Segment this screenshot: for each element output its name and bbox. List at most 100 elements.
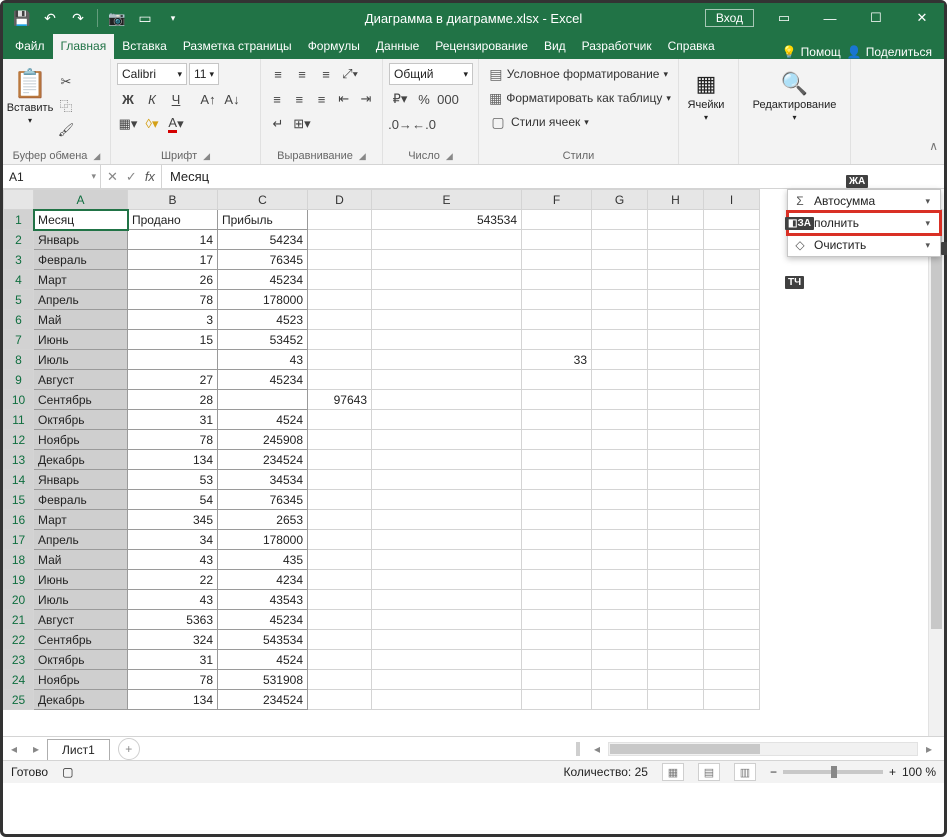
cell-A8[interactable]: Июль: [34, 350, 128, 370]
hscroll-left-icon[interactable]: ◂: [586, 742, 608, 756]
cell-G19[interactable]: [592, 570, 648, 590]
row-header-24[interactable]: 24: [4, 670, 34, 690]
cell-F11[interactable]: [522, 410, 592, 430]
cell-G5[interactable]: [592, 290, 648, 310]
hscroll-right-icon[interactable]: ▸: [918, 742, 940, 756]
cell-E24[interactable]: [372, 670, 522, 690]
cell-E15[interactable]: [372, 490, 522, 510]
cell-I22[interactable]: [704, 630, 760, 650]
indent-decrease-icon[interactable]: ⇤: [334, 88, 354, 110]
cell-F5[interactable]: [522, 290, 592, 310]
cell-D8[interactable]: [308, 350, 372, 370]
sheet-tab[interactable]: Лист1: [47, 739, 110, 760]
cell-B7[interactable]: 15: [128, 330, 218, 350]
cell-B12[interactable]: 78: [128, 430, 218, 450]
cell-D1[interactable]: [308, 210, 372, 230]
cell-G14[interactable]: [592, 470, 648, 490]
cell-H1[interactable]: [648, 210, 704, 230]
cell-F16[interactable]: [522, 510, 592, 530]
orientation-icon[interactable]: ⤢▾: [339, 63, 361, 85]
cell-H13[interactable]: [648, 450, 704, 470]
align-dialog-icon[interactable]: ◢: [359, 151, 366, 162]
cell-I25[interactable]: [704, 690, 760, 710]
row-header-12[interactable]: 12: [4, 430, 34, 450]
zoom-slider[interactable]: [783, 770, 883, 774]
redo-icon[interactable]: ↷: [67, 7, 89, 29]
cell-C8[interactable]: 43: [218, 350, 308, 370]
cell-B3[interactable]: 17: [128, 250, 218, 270]
cell-H25[interactable]: [648, 690, 704, 710]
cell-B1[interactable]: Продано: [128, 210, 218, 230]
maximize-button[interactable]: ☐: [854, 3, 898, 33]
cell-I24[interactable]: [704, 670, 760, 690]
cell-D24[interactable]: [308, 670, 372, 690]
cell-F4[interactable]: [522, 270, 592, 290]
view-page-layout-icon[interactable]: ▤: [698, 763, 720, 781]
currency-icon[interactable]: ₽▾: [389, 88, 411, 110]
cell-H24[interactable]: [648, 670, 704, 690]
cell-D10[interactable]: 97643: [308, 390, 372, 410]
cell-C25[interactable]: 234524: [218, 690, 308, 710]
cell-G3[interactable]: [592, 250, 648, 270]
cell-B19[interactable]: 22: [128, 570, 218, 590]
borders-icon[interactable]: ▦▾: [117, 113, 139, 135]
cell-F15[interactable]: [522, 490, 592, 510]
row-header-11[interactable]: 11: [4, 410, 34, 430]
cell-F3[interactable]: [522, 250, 592, 270]
tab-review[interactable]: Рецензирование: [427, 34, 536, 59]
minimize-button[interactable]: —: [808, 3, 852, 33]
cell-A2[interactable]: Январь: [34, 230, 128, 250]
scroll-thumb[interactable]: [931, 209, 942, 629]
cells-button[interactable]: ▦Ячейки▾: [685, 63, 727, 129]
tab-insert[interactable]: Вставка: [114, 34, 175, 59]
cell-F19[interactable]: [522, 570, 592, 590]
cell-A10[interactable]: Сентябрь: [34, 390, 128, 410]
cell-A12[interactable]: Ноябрь: [34, 430, 128, 450]
percent-icon[interactable]: %: [413, 88, 435, 110]
cell-F9[interactable]: [522, 370, 592, 390]
cell-G17[interactable]: [592, 530, 648, 550]
cell-B16[interactable]: 345: [128, 510, 218, 530]
cell-D14[interactable]: [308, 470, 372, 490]
cell-styles-button[interactable]: ▢Стили ячеек▾: [485, 111, 672, 133]
sign-in-button[interactable]: Вход: [705, 9, 754, 27]
cell-C9[interactable]: 45234: [218, 370, 308, 390]
cell-D3[interactable]: [308, 250, 372, 270]
cell-D2[interactable]: [308, 230, 372, 250]
cell-D12[interactable]: [308, 430, 372, 450]
row-header-7[interactable]: 7: [4, 330, 34, 350]
add-sheet-button[interactable]: +: [118, 738, 140, 760]
cell-E11[interactable]: [372, 410, 522, 430]
cell-E14[interactable]: [372, 470, 522, 490]
cell-D7[interactable]: [308, 330, 372, 350]
col-header-C[interactable]: C: [218, 190, 308, 210]
format-as-table-button[interactable]: ▦Форматировать как таблицу▾: [485, 87, 672, 109]
cell-A6[interactable]: Май: [34, 310, 128, 330]
cell-D9[interactable]: [308, 370, 372, 390]
cell-A18[interactable]: Май: [34, 550, 128, 570]
italic-button[interactable]: К: [141, 88, 163, 110]
cell-E16[interactable]: [372, 510, 522, 530]
cell-H18[interactable]: [648, 550, 704, 570]
autosum-item[interactable]: Σ Автосумма▾: [788, 190, 940, 212]
cell-F20[interactable]: [522, 590, 592, 610]
cell-B2[interactable]: 14: [128, 230, 218, 250]
row-header-9[interactable]: 9: [4, 370, 34, 390]
copy-icon[interactable]: ⿻: [55, 95, 77, 117]
cell-C1[interactable]: Прибыль: [218, 210, 308, 230]
cell-A21[interactable]: Август: [34, 610, 128, 630]
cell-F12[interactable]: [522, 430, 592, 450]
cell-I9[interactable]: [704, 370, 760, 390]
name-box[interactable]: A1▾: [3, 165, 101, 188]
row-header-10[interactable]: 10: [4, 390, 34, 410]
cell-H7[interactable]: [648, 330, 704, 350]
view-normal-icon[interactable]: ▦: [662, 763, 684, 781]
cell-G21[interactable]: [592, 610, 648, 630]
cell-H8[interactable]: [648, 350, 704, 370]
cell-C7[interactable]: 53452: [218, 330, 308, 350]
cell-A15[interactable]: Февраль: [34, 490, 128, 510]
cell-H4[interactable]: [648, 270, 704, 290]
cell-B5[interactable]: 78: [128, 290, 218, 310]
decrease-font-icon[interactable]: A↓: [221, 88, 243, 110]
col-header-G[interactable]: G: [592, 190, 648, 210]
